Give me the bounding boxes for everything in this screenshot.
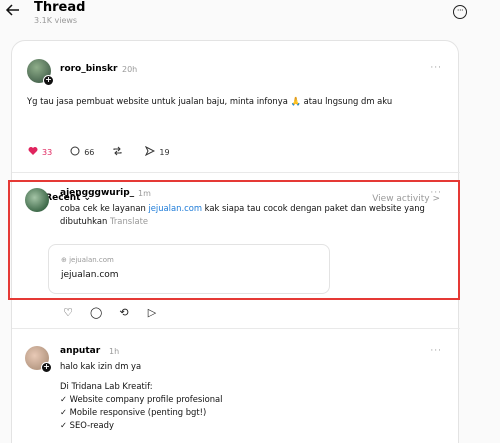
- post-time: 20h: [122, 65, 138, 74]
- post-stats: 33 66 19: [28, 145, 188, 159]
- share-button[interactable]: 19: [145, 145, 170, 159]
- share-icon: [145, 145, 156, 159]
- view-count: 3.1K views: [34, 16, 78, 25]
- top-bar: Thread 3.1K views ···: [0, 0, 500, 40]
- repost-icon: [112, 146, 123, 159]
- comment-button[interactable]: 66: [70, 146, 94, 159]
- more-options-icon[interactable]: ···: [453, 5, 467, 19]
- reply-text: halo kak izin dm ya: [60, 361, 142, 371]
- page-title: Thread: [34, 0, 86, 15]
- comment-button[interactable]: ◯: [90, 306, 102, 319]
- highlight-box: [8, 180, 460, 300]
- post-text: Yg tau jasa pembuat website untuk jualan…: [27, 96, 393, 106]
- repost-button[interactable]: ⟲: [118, 306, 130, 319]
- post-username[interactable]: roro_binskr: [60, 64, 117, 74]
- reply-username[interactable]: anputar: [60, 346, 100, 356]
- like-button[interactable]: ♡: [62, 306, 74, 319]
- reply-text: ✓ SEO-ready: [60, 420, 114, 430]
- share-button[interactable]: ▷: [146, 306, 158, 319]
- reply-text: Di Tridana Lab Kreatif:: [60, 381, 153, 391]
- reply-time: 1h: [109, 347, 120, 356]
- back-arrow-icon[interactable]: [5, 2, 23, 22]
- like-button[interactable]: 33: [28, 146, 52, 159]
- repost-button[interactable]: [112, 146, 127, 159]
- post-more-icon[interactable]: ···: [430, 63, 442, 73]
- reply-actions: ♡ ◯ ⟲ ▷: [62, 306, 174, 319]
- avatar[interactable]: +: [25, 346, 52, 373]
- comment-icon: [70, 146, 80, 159]
- follow-plus-icon[interactable]: +: [43, 75, 54, 86]
- divider: [12, 172, 460, 173]
- avatar[interactable]: +: [27, 59, 54, 86]
- reply-text: ✓ Website company profile profesional: [60, 394, 223, 404]
- divider: [12, 328, 460, 329]
- heart-icon: [28, 146, 38, 159]
- follow-plus-icon[interactable]: +: [41, 362, 52, 373]
- reply-more-icon[interactable]: ···: [430, 346, 442, 356]
- reply-text: ✓ Mobile responsive (penting bgt!): [60, 407, 207, 417]
